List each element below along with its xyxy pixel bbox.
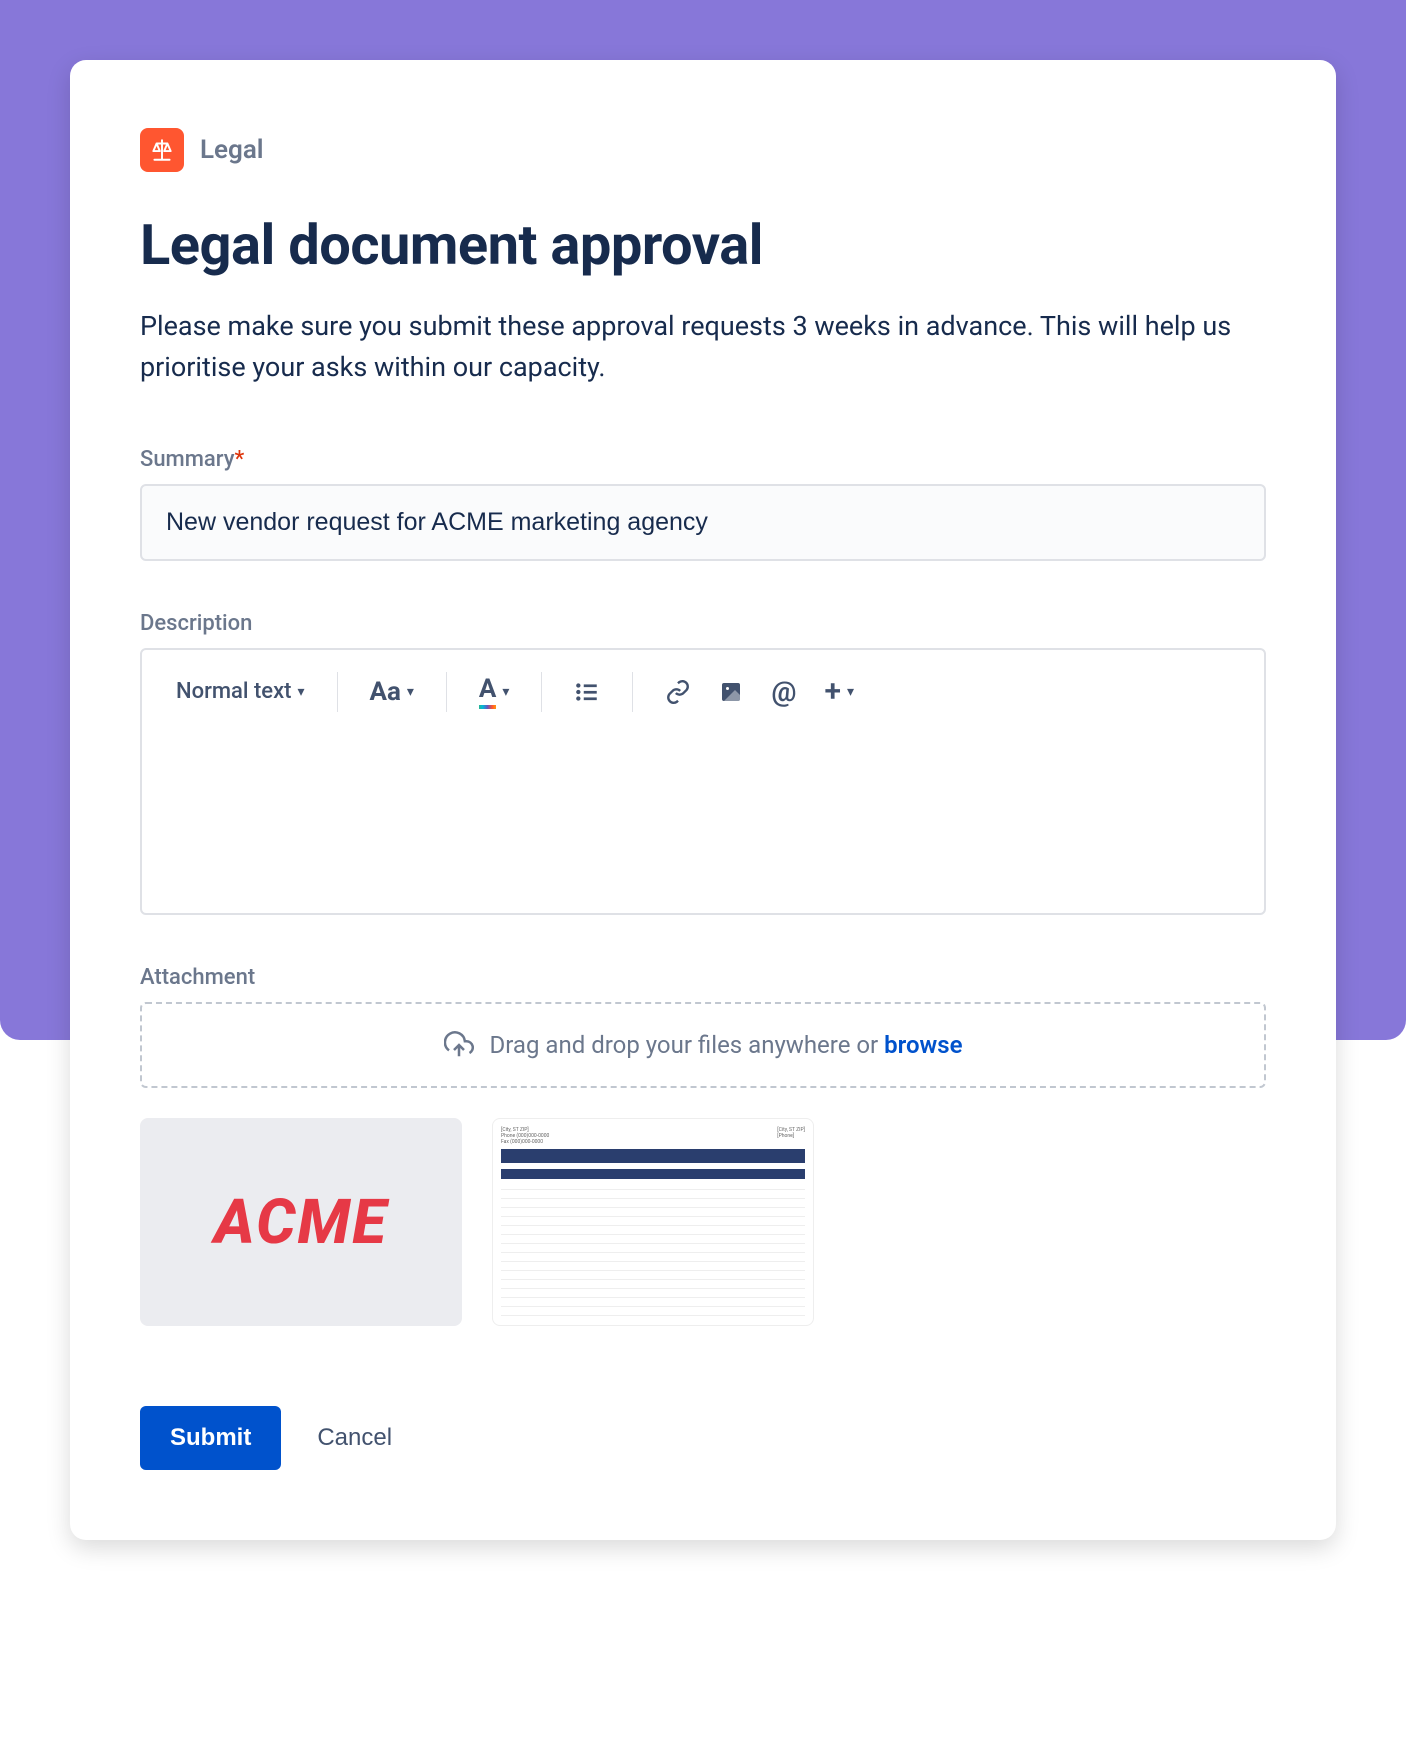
description-editor: Normal text ▾ Aa ▾ A ▾ — [140, 648, 1266, 915]
chevron-down-icon: ▾ — [502, 684, 509, 700]
upload-cloud-icon — [444, 1030, 474, 1060]
page-description: Please make sure you submit these approv… — [140, 306, 1266, 387]
text-style-label: Normal text — [176, 679, 291, 704]
dropzone-text: Drag and drop your files anywhere or bro… — [490, 1031, 963, 1059]
link-button[interactable] — [655, 673, 701, 711]
dropzone-prefix: Drag and drop your files anywhere or — [490, 1031, 885, 1059]
form-card: Legal Legal document approval Please mak… — [70, 60, 1336, 1540]
chevron-down-icon: ▾ — [407, 684, 414, 700]
plus-icon: + — [825, 674, 842, 709]
more-insert-dropdown[interactable]: + ▾ — [815, 668, 865, 715]
text-color-dropdown[interactable]: A ▾ — [469, 668, 520, 715]
required-marker: * — [235, 447, 245, 472]
browse-link[interactable]: browse — [884, 1031, 962, 1059]
toolbar-separator — [541, 672, 542, 712]
bullet-list-icon — [574, 679, 600, 705]
editor-toolbar: Normal text ▾ Aa ▾ A ▾ — [142, 650, 1264, 733]
attachment-thumb-acme[interactable]: ACME — [140, 1118, 462, 1326]
attachment-label: Attachment — [140, 965, 1266, 990]
chevron-down-icon: ▾ — [297, 684, 304, 700]
toolbar-separator — [337, 672, 338, 712]
app-header: Legal — [140, 128, 1266, 172]
scales-icon — [149, 137, 175, 163]
submit-button[interactable]: Submit — [140, 1406, 281, 1470]
attachment-thumb-invoice[interactable]: [City, ST ZIP]Phone (000)000-0000Fax (00… — [492, 1118, 814, 1326]
format-label: Aa — [370, 677, 401, 707]
link-icon — [665, 679, 691, 705]
acme-logo-text: ACME — [214, 1186, 388, 1259]
app-name: Legal — [200, 135, 264, 165]
text-format-dropdown[interactable]: Aa ▾ — [360, 671, 424, 713]
summary-label-text: Summary — [140, 447, 235, 472]
toolbar-separator — [446, 672, 447, 712]
cancel-button[interactable]: Cancel — [317, 1424, 392, 1452]
form-actions: Submit Cancel — [140, 1406, 1266, 1470]
toolbar-separator — [632, 672, 633, 712]
attachment-dropzone[interactable]: Drag and drop your files anywhere or bro… — [140, 1002, 1266, 1088]
page-title: Legal document approval — [140, 212, 1266, 278]
at-icon: @ — [771, 675, 796, 708]
image-button[interactable] — [709, 674, 753, 710]
legal-app-icon — [140, 128, 184, 172]
summary-label: Summary* — [140, 447, 1266, 472]
color-label: A — [479, 674, 496, 709]
description-label: Description — [140, 611, 1266, 636]
attachments-list: ACME [City, ST ZIP]Phone (000)000-0000Fa… — [140, 1118, 1266, 1326]
summary-input[interactable] — [140, 484, 1266, 561]
chevron-down-icon: ▾ — [847, 684, 854, 700]
image-icon — [719, 680, 743, 704]
description-textarea[interactable] — [142, 733, 1264, 913]
mention-button[interactable]: @ — [761, 669, 806, 714]
text-style-dropdown[interactable]: Normal text ▾ — [166, 673, 315, 710]
list-button[interactable] — [564, 673, 610, 711]
